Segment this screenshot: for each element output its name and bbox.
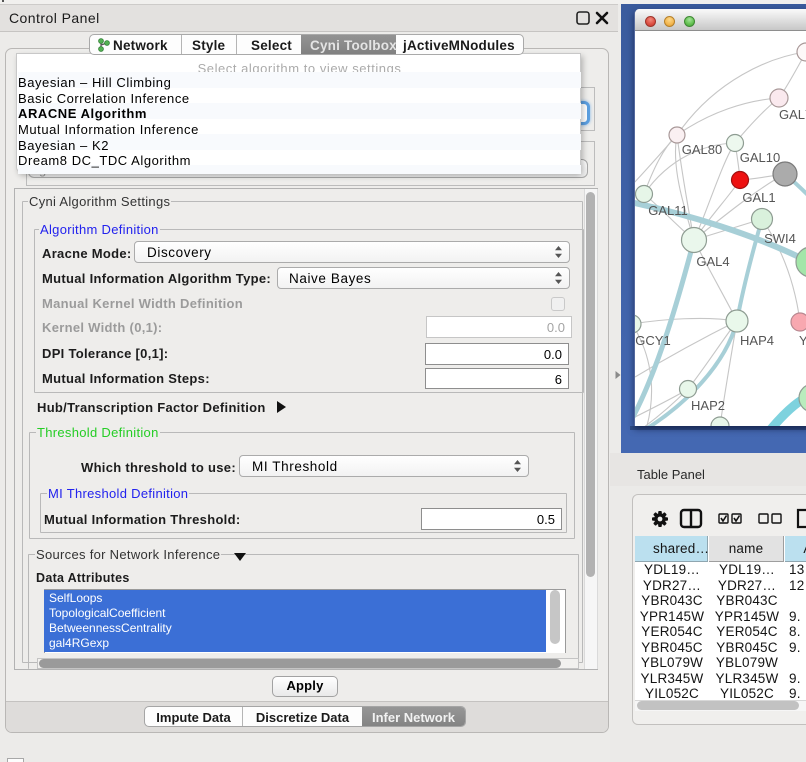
svg-text:HAP4: HAP4 — [740, 333, 774, 348]
svg-text:HAP2: HAP2 — [691, 398, 725, 413]
svg-text:GAL7: GAL7 — [779, 107, 806, 122]
svg-text:GAL11: GAL11 — [648, 203, 688, 218]
svg-text:GCY1: GCY1 — [635, 333, 670, 348]
svg-text:YJ: YJ — [799, 333, 806, 348]
svg-text:GAL10: GAL10 — [740, 150, 780, 165]
svg-text:GAL80: GAL80 — [682, 142, 722, 157]
svg-text:GAL4: GAL4 — [696, 254, 729, 269]
svg-text:SWI4: SWI4 — [764, 231, 796, 246]
svg-text:GAL1: GAL1 — [742, 190, 775, 205]
